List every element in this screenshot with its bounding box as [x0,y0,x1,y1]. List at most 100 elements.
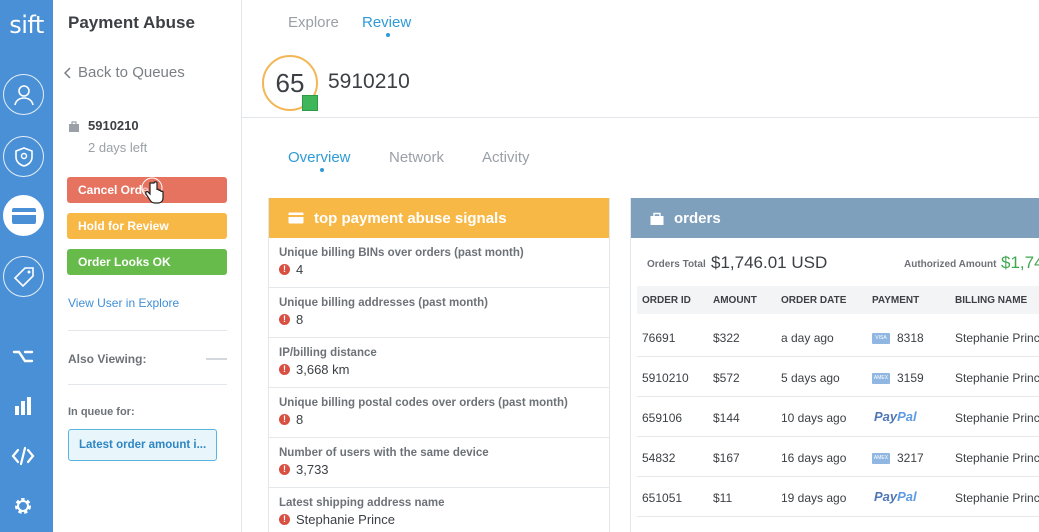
tag-icon[interactable] [3,256,44,297]
column-header[interactable]: AMOUNT [713,295,757,306]
paypal-logo-text: Pal [897,489,917,504]
column-header[interactable]: BILLING NAME [955,295,1027,306]
visa-card-icon: VISA [872,333,890,345]
table-row[interactable]: 5910210 $572 5 days ago AMEX 3159 Stephan… [637,357,1039,397]
credit-card-icon [288,212,304,224]
tab-activity[interactable]: Activity [482,149,530,166]
gear-icon[interactable] [11,494,35,518]
in-queue-label: In queue for: [68,406,135,418]
nav-rail: sift [0,0,53,532]
hand-cursor-icon [141,177,167,207]
signal-row: IP/billing distance ! 3,668 km [269,338,609,388]
tab-network[interactable]: Network [389,149,444,166]
orders-panel: orders Orders Total $1,746.01 USD Author… [630,198,1039,532]
order-id-cell: 651051 [642,491,683,505]
order-id-text: 5910210 [88,118,139,133]
active-tab-indicator [386,33,390,37]
sift-logo[interactable]: sift [0,11,53,39]
column-header[interactable]: ORDER ID [642,295,691,306]
paypal-logo-text: Pay [874,409,898,424]
billing-name-cell: Stephanie Prince [955,451,1039,465]
order-looks-ok-button[interactable]: Order Looks OK [67,249,227,275]
date-cell: a day ago [781,331,834,345]
table-row[interactable]: 659106 $144 10 days ago PayPal Stephanie… [637,397,1039,437]
chevron-left-icon [64,66,71,79]
orders-title: orders [674,209,721,227]
signal-value: 3,668 km [296,362,350,377]
signal-label: IP/billing distance [279,347,377,359]
score-status-indicator [302,95,318,111]
orders-table-header: ORDER ID AMOUNT ORDER DATE PAYMENT BILLI… [637,286,1039,314]
signal-value: Stephanie Prince [296,512,396,527]
orders-total-label: Orders Total [647,259,706,270]
billing-name-cell: Stephanie Prince [955,331,1039,345]
signal-label: Number of users with the same device [279,447,489,459]
workflow-icon[interactable] [11,344,35,368]
back-to-queues-link[interactable]: Back to Queues [64,64,185,81]
top-nav: Explore Review [242,0,1039,47]
order-id-cell: 54832 [642,451,676,465]
tab-review[interactable]: Review [362,14,411,31]
hold-for-review-button[interactable]: Hold for Review [67,213,227,239]
credit-card-icon[interactable] [3,195,44,236]
view-user-in-explore-link[interactable]: View User in Explore [68,296,179,310]
payment-cell: AMEX 3217 [872,451,924,465]
card-last4: 3159 [897,371,924,385]
amount-cell: $11 [713,491,733,505]
warning-icon: ! [279,514,290,525]
column-header[interactable]: PAYMENT [872,295,919,306]
signals-panel: top payment abuse signals Unique billing… [268,198,610,532]
code-icon[interactable] [11,444,35,468]
amount-cell: $322 [713,331,740,345]
tab-explore[interactable]: Explore [288,14,339,31]
tab-overview[interactable]: Overview [288,149,351,166]
amount-cell: $572 [713,371,740,385]
amount-cell: $167 [713,451,740,465]
signal-row: Latest shipping address name ! Stephanie … [269,488,609,532]
table-row[interactable]: 76691 $322 a day ago VISA 8318 Stephanie … [637,317,1039,357]
queue-chip[interactable]: Latest order amount i... [68,429,217,461]
signals-header: top payment abuse signals [269,198,609,238]
paypal-logo: PayPal [874,489,917,504]
user-icon[interactable] [3,74,44,115]
column-header[interactable]: ORDER DATE [781,295,846,306]
amex-card-icon: AMEX [872,373,890,385]
signal-row: Unique billing BINs over orders (past mo… [269,238,609,288]
signal-value: 4 [296,262,304,277]
date-cell: 16 days ago [781,451,847,465]
signal-label: Latest shipping address name [279,497,445,509]
paypal-logo-text: Pal [897,409,917,424]
table-row[interactable]: 651051 $11 19 days ago PayPal Stephanie … [637,477,1039,517]
also-viewing-label: Also Viewing: [68,352,147,366]
billing-name-cell: Stephanie Prince [955,411,1039,425]
signal-row: Unique billing postal codes over orders … [269,388,609,438]
signal-label: Unique billing postal codes over orders … [279,397,568,409]
days-left: 2 days left [88,140,148,155]
back-label: Back to Queues [78,64,185,81]
queue-sidebar: Payment Abuse Back to Queues 5910210 2 d… [53,0,242,532]
billing-name-cell: Stephanie Prince [955,371,1039,385]
signal-row: Number of users with the same device ! 3,… [269,438,609,488]
card-last4: 8318 [897,331,924,345]
warning-icon: ! [279,414,290,425]
app-title: Payment Abuse [68,13,195,32]
orders-total-value: $1,746.01 USD [711,253,828,272]
shield-icon[interactable] [3,136,44,177]
bag-icon [650,212,664,225]
orders-header: orders [631,198,1039,238]
bar-chart-icon[interactable] [11,394,35,418]
amount-cell: $144 [713,411,740,425]
table-row[interactable]: 54832 $167 16 days ago AMEX 3217 Stephani… [637,437,1039,477]
date-cell: 10 days ago [781,411,847,425]
warning-icon: ! [279,464,290,475]
signals-title: top payment abuse signals [314,209,507,227]
card-last4: 3217 [897,451,924,465]
signal-value: 8 [296,312,304,327]
user-header: 65 5910210 [242,47,1039,118]
warning-icon: ! [279,364,290,375]
signal-value: 3,733 [296,462,329,477]
bag-icon [69,120,79,132]
payment-cell: AMEX 3159 [872,371,924,385]
active-tab-indicator [320,168,324,172]
signal-value: 8 [296,412,304,427]
